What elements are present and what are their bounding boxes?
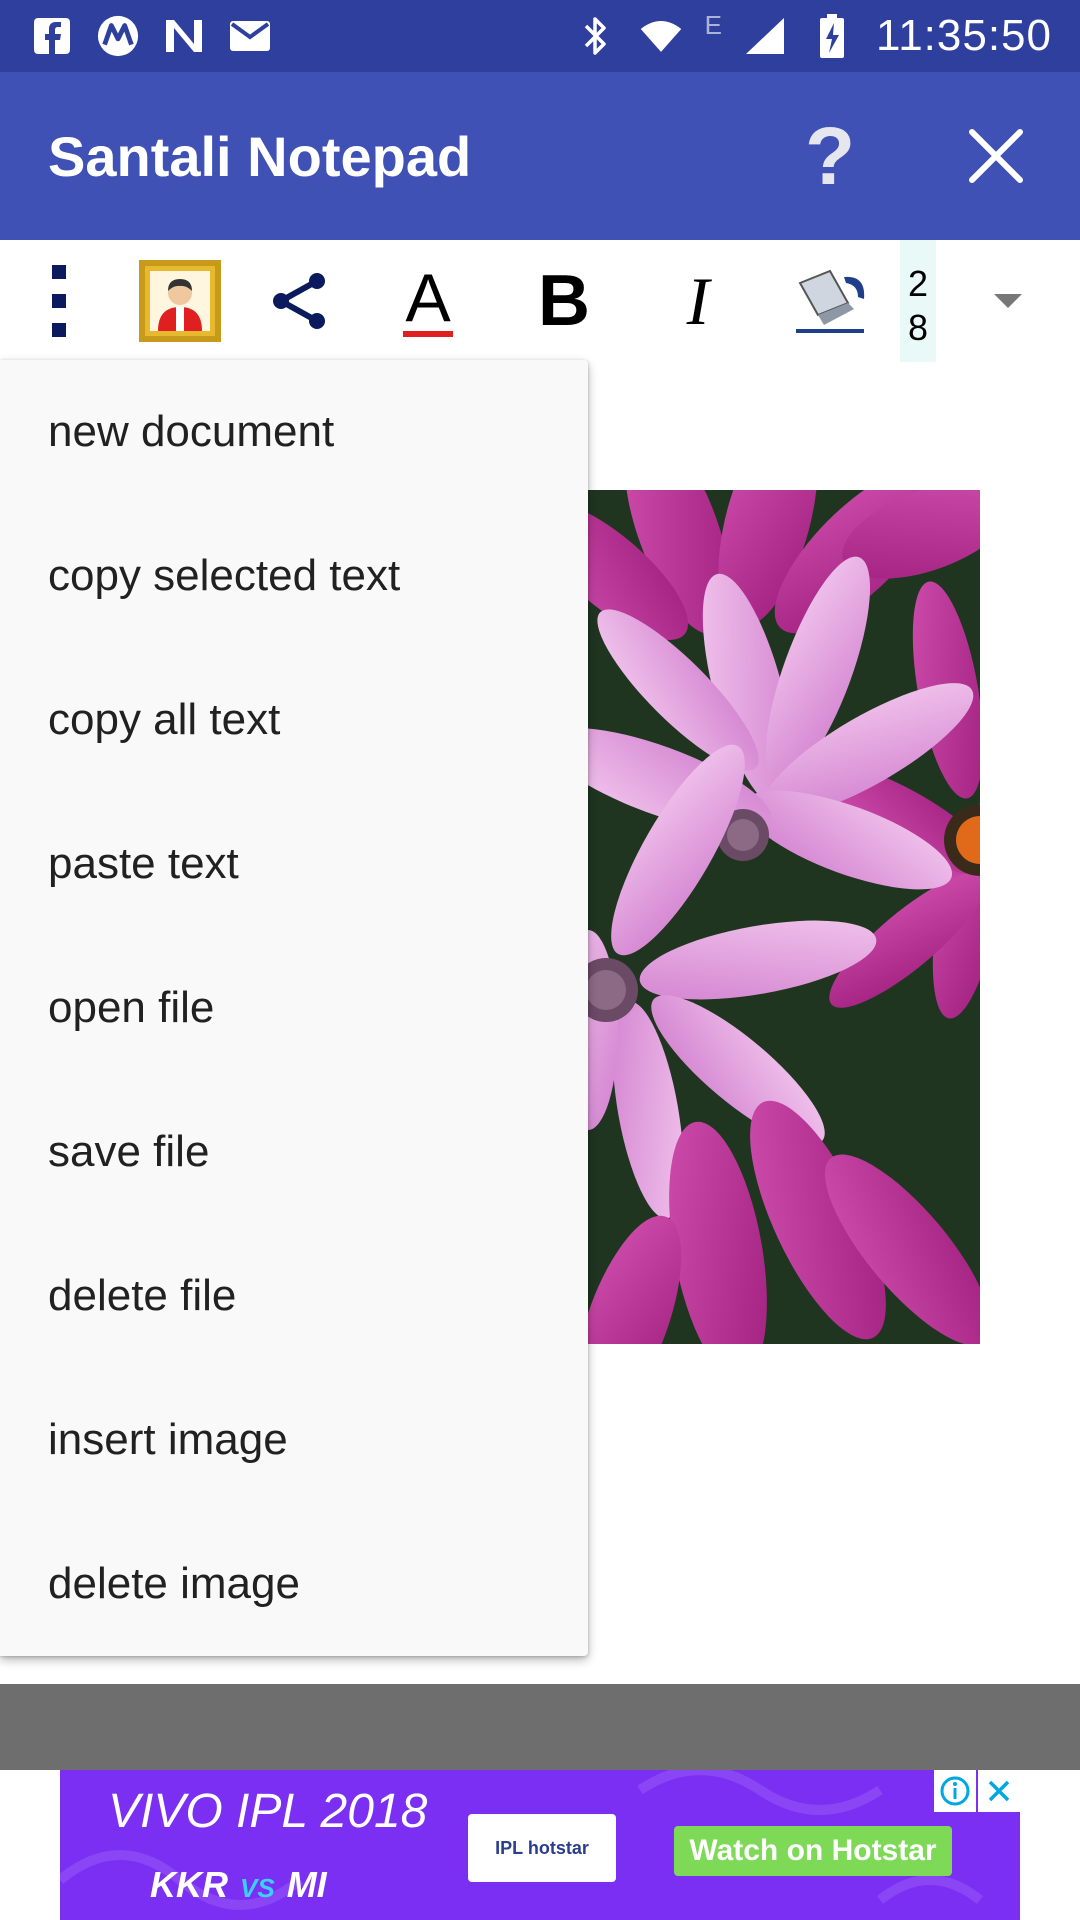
facebook-icon <box>30 14 74 58</box>
network-type-label: E <box>704 9 722 40</box>
ad-banner[interactable]: VIVO IPL 2018 KKR VS MI IPL hotstar Watch … <box>60 1770 1020 1920</box>
signal-icon <box>744 14 788 58</box>
n-app-icon <box>162 14 206 58</box>
font-size-dropdown[interactable] <box>990 258 1026 344</box>
menu-item-paste-text[interactable]: paste text <box>0 792 588 936</box>
status-bar: E 11:35:50 <box>0 0 1080 72</box>
app-bar: Santali Notepad ? <box>0 72 1080 240</box>
font-size-digit: 2 <box>907 263 929 304</box>
portrait-icon <box>139 260 221 342</box>
ad-close-button[interactable] <box>978 1770 1020 1812</box>
status-bar-right: E 11:35:50 <box>573 10 1052 62</box>
ad-vs: VS <box>240 1873 275 1903</box>
fill-color-icon <box>796 269 865 333</box>
mail-icon <box>228 14 272 58</box>
overflow-menu: new document copy selected text copy all… <box>0 360 588 1656</box>
menu-item-new-document[interactable]: new document <box>0 360 588 504</box>
bluetooth-icon <box>573 14 617 58</box>
motorola-icon <box>96 14 140 58</box>
formatting-toolbar: A B I 2 8 <box>0 240 1080 362</box>
ad-info-button[interactable] <box>934 1770 976 1812</box>
menu-item-save-file[interactable]: save file <box>0 1080 588 1224</box>
status-bar-left <box>30 10 272 62</box>
close-icon <box>969 129 1023 183</box>
overflow-menu-button[interactable] <box>36 258 84 344</box>
italic-icon: I <box>686 262 710 339</box>
menu-item-copy-all-text[interactable]: copy all text <box>0 648 588 792</box>
text-color-underline <box>403 331 453 337</box>
dropdown-icon <box>994 294 1022 308</box>
portrait-button[interactable] <box>137 258 223 344</box>
font-size-digit: 8 <box>907 307 929 348</box>
text-color-button[interactable]: A <box>398 258 458 344</box>
ad-title: VIVO IPL 2018 <box>108 1785 428 1838</box>
ad-match: KKR VS MI <box>150 1864 327 1906</box>
app-title: Santali Notepad <box>48 125 472 188</box>
menu-item-delete-file[interactable]: delete file <box>0 1224 588 1368</box>
italic-button[interactable]: I <box>670 258 726 344</box>
status-time: 11:35:50 <box>875 11 1052 60</box>
ad-logo: IPL hotstar <box>468 1814 616 1882</box>
menu-item-insert-image[interactable]: insert image <box>0 1368 588 1512</box>
fill-color-button[interactable] <box>792 258 868 344</box>
ad-controls <box>932 1770 1020 1812</box>
bottom-divider-band <box>0 1684 1080 1770</box>
bold-icon: B <box>538 261 590 341</box>
bold-button[interactable]: B <box>534 258 594 344</box>
ad-team-right: MI <box>286 1864 327 1905</box>
ad-cta-button[interactable]: Watch on Hotstar <box>674 1826 952 1876</box>
help-button[interactable]: ? <box>795 112 865 202</box>
share-button[interactable] <box>264 258 334 344</box>
font-size-indicator[interactable]: 2 8 <box>900 240 936 362</box>
info-icon <box>940 1776 970 1806</box>
menu-item-delete-image[interactable]: delete image <box>0 1512 588 1656</box>
text-color-icon: A <box>405 260 451 336</box>
overflow-menu-icon <box>52 265 66 337</box>
wifi-icon <box>639 14 683 58</box>
close-button[interactable] <box>958 118 1034 194</box>
share-icon <box>273 273 325 329</box>
close-icon <box>988 1780 1010 1802</box>
battery-icon <box>810 14 854 58</box>
menu-item-open-file[interactable]: open file <box>0 936 588 1080</box>
inserted-flower-image <box>588 490 980 1344</box>
ad-team-left: KKR <box>150 1864 228 1905</box>
menu-item-copy-selected-text[interactable]: copy selected text <box>0 504 588 648</box>
